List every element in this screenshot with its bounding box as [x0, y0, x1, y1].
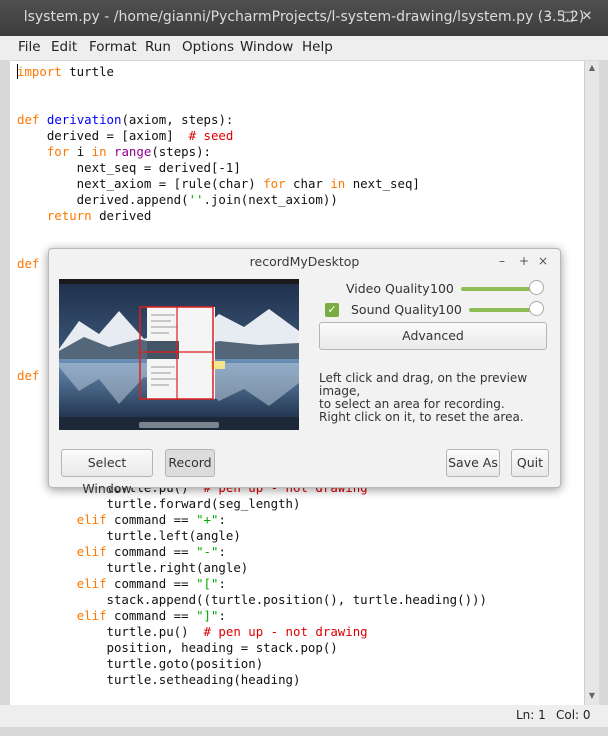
sound-quality-slider[interactable] [469, 308, 536, 312]
code-line: elif command == "[": [76, 576, 226, 591]
menu-options[interactable]: Options [182, 39, 234, 55]
video-quality-value: 100 [430, 281, 454, 296]
desktop-preview-graphic [59, 279, 299, 430]
code-line: def derivation(axiom, steps): [17, 112, 234, 127]
code-line: turtle.right(angle) [17, 560, 249, 575]
code-line: turtle.goto(position) [17, 656, 264, 671]
status-bar: Ln: 1 Col: 0 [0, 705, 608, 727]
menu-format[interactable]: Format [89, 39, 137, 55]
code-line: elif command == "-": [76, 544, 226, 559]
dialog-minimize-icon[interactable]: – [499, 254, 505, 268]
title-bar: lsystem.py - /home/gianni/PycharmProject… [0, 0, 608, 36]
instruction-line: Left click and drag, on the preview imag… [319, 371, 528, 398]
menu-bar: File Edit Format Run Options Window Help [0, 36, 608, 60]
code-line: return derived [46, 208, 152, 223]
sound-quality-checkbox[interactable]: ✓ [325, 303, 339, 317]
save-as-button[interactable]: Save As [446, 449, 500, 477]
status-col: Col: 0 [556, 708, 591, 722]
menu-help[interactable]: Help [302, 39, 333, 55]
vertical-scrollbar[interactable]: ▲ ▼ [584, 61, 599, 705]
record-dialog: recordMyDesktop – + × Video Quality 100 … [48, 248, 561, 496]
sound-quality-label: Sound Quality [351, 302, 440, 317]
advanced-button[interactable]: Advanced [319, 322, 547, 350]
recording-instructions: Left click and drag, on the preview imag… [319, 372, 555, 424]
menu-run[interactable]: Run [145, 39, 171, 55]
code-line: turtle.setheading(heading) [17, 672, 301, 687]
record-button[interactable]: Record [165, 449, 215, 477]
code-line: elif command == "]": [76, 608, 226, 623]
code-line: for i in range(steps): [46, 144, 212, 159]
menu-edit[interactable]: Edit [51, 39, 77, 55]
sound-quality-value: 100 [438, 302, 462, 317]
sound-quality-slider-thumb[interactable] [529, 301, 544, 316]
dialog-maximize-icon[interactable]: + [519, 254, 529, 268]
scroll-up-icon[interactable]: ▲ [587, 63, 597, 73]
video-quality-label: Video Quality [346, 281, 430, 296]
menu-file[interactable]: File [18, 39, 41, 55]
select-window-button[interactable]: Select Window [61, 449, 153, 496]
code-line: stack.append((turtle.position(), turtle.… [17, 592, 487, 607]
maximize-icon[interactable]: □ [561, 10, 575, 24]
dialog-title: recordMyDesktop [249, 254, 360, 269]
instruction-line: Right click on it, to reset the area. [319, 410, 524, 424]
code-line: next_axiom = [rule(char) for char in nex… [17, 176, 420, 191]
code-line: elif command == "+": [76, 512, 226, 527]
code-line: turtle.forward(seg_length) [17, 496, 301, 511]
close-icon[interactable]: ✕ [580, 10, 594, 24]
code-line: turtle.left(angle) [17, 528, 241, 543]
dialog-close-icon[interactable]: × [538, 254, 548, 268]
scroll-down-icon[interactable]: ▼ [587, 691, 597, 701]
code-line: turtle.pu() # pen up - not drawing [17, 624, 368, 639]
code-line: derived.append(''.join(next_axiom)) [17, 192, 338, 207]
menu-window[interactable]: Window [240, 39, 293, 55]
preview-image[interactable] [59, 279, 299, 430]
code-line: position, heading = stack.pop() [17, 640, 338, 655]
code-line: next_seq = derived[-1] [17, 160, 241, 175]
window-title: lsystem.py - /home/gianni/PycharmProject… [23, 9, 585, 25]
status-line: Ln: 1 [516, 708, 546, 722]
code-line: import turtle [17, 64, 114, 79]
video-quality-slider-thumb[interactable] [529, 280, 544, 295]
video-quality-slider[interactable] [461, 287, 536, 291]
code-line: derived = [axiom] # seed [17, 128, 234, 143]
quit-button[interactable]: Quit [511, 449, 549, 477]
minimize-icon[interactable]: – [541, 10, 555, 24]
